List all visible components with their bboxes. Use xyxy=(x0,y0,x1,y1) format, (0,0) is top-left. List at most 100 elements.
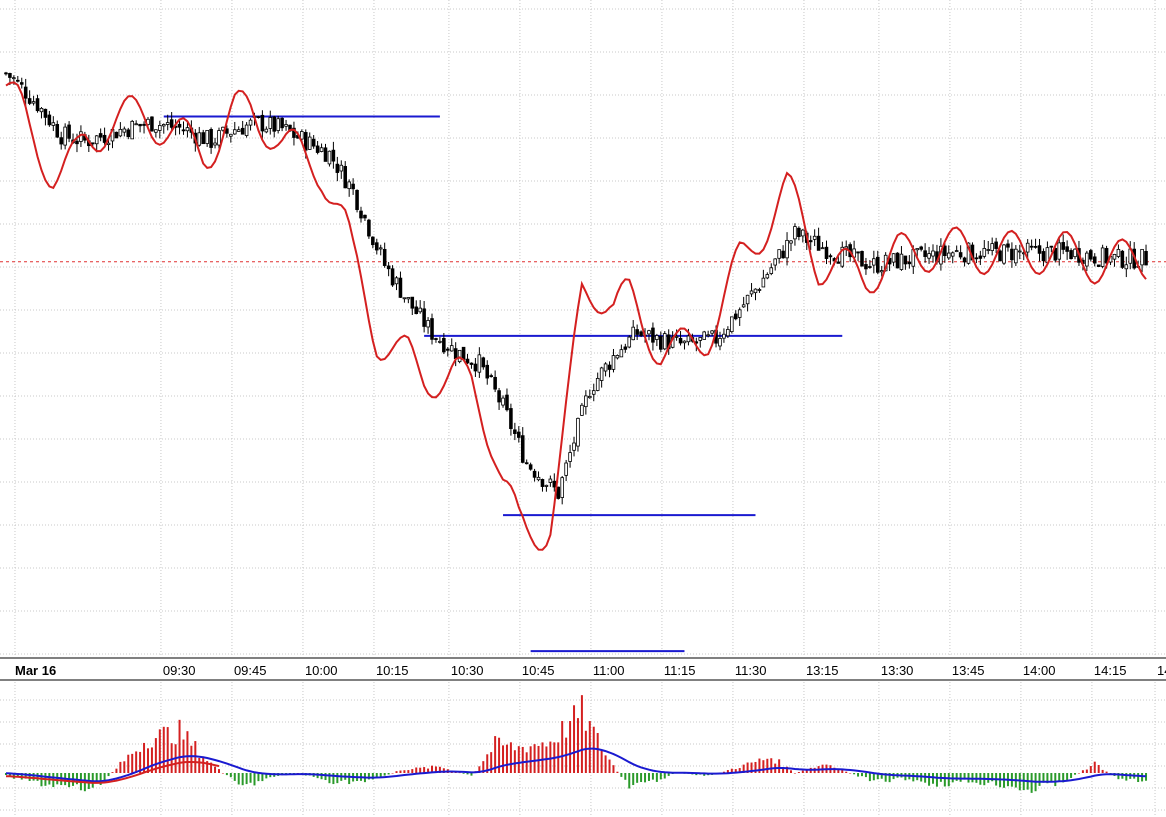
histogram-bar xyxy=(517,746,520,773)
candle-body xyxy=(240,127,245,135)
candle-body xyxy=(1010,248,1014,261)
histogram-bar xyxy=(241,773,244,786)
candle-body xyxy=(607,364,612,370)
candle-body xyxy=(580,404,584,416)
histogram-bar xyxy=(1066,773,1069,781)
histogram-bar xyxy=(1101,769,1104,773)
candle-body xyxy=(169,119,174,128)
candle-body xyxy=(623,346,628,350)
candle-body xyxy=(347,181,351,190)
candle-body xyxy=(560,477,564,498)
candle-body xyxy=(319,147,324,152)
candle-body xyxy=(556,486,561,499)
candle-body xyxy=(430,318,434,340)
histogram-bar xyxy=(935,773,938,787)
candle-body xyxy=(982,248,987,257)
histogram-bar xyxy=(561,721,564,773)
histogram-bar xyxy=(1074,773,1077,775)
candle-body xyxy=(931,250,935,257)
histogram-bar xyxy=(391,773,394,774)
candle-body xyxy=(1116,248,1121,257)
histogram-bar xyxy=(596,732,599,773)
candle-body xyxy=(402,297,407,300)
candle-body xyxy=(864,264,868,270)
candle-body xyxy=(438,340,442,343)
candle-body xyxy=(544,484,549,487)
candle-body xyxy=(201,132,205,145)
candle-body xyxy=(114,131,119,139)
candle-body xyxy=(422,308,426,327)
candle-body xyxy=(1085,252,1089,267)
candle-body xyxy=(39,107,44,113)
candle-body xyxy=(134,123,138,126)
histogram-bar xyxy=(573,705,576,773)
histogram-bar xyxy=(600,750,603,773)
time-tick-label: 10:30 xyxy=(451,663,484,678)
candle-body xyxy=(872,258,876,266)
candle-body xyxy=(627,336,632,348)
histogram-bar xyxy=(628,773,631,789)
candle-body xyxy=(974,257,979,260)
histogram-bar xyxy=(549,741,552,773)
candle-body xyxy=(548,478,553,483)
candle-body xyxy=(371,236,375,246)
candle-body xyxy=(1073,248,1077,258)
candle-body xyxy=(816,235,821,251)
candle-body xyxy=(386,265,391,270)
candle-body xyxy=(161,124,166,127)
time-tick-label: 11:15 xyxy=(664,663,696,678)
candle-body xyxy=(130,120,134,140)
histogram-bar xyxy=(1089,766,1092,773)
candle-body xyxy=(418,307,422,313)
histogram-bar xyxy=(1137,773,1140,783)
candle-body xyxy=(256,116,261,119)
histogram-bar xyxy=(1085,769,1088,773)
histogram-bar xyxy=(569,721,572,773)
candle-body xyxy=(367,219,371,237)
histogram-bar xyxy=(411,769,414,773)
candle-body xyxy=(315,145,320,153)
candle-body xyxy=(4,72,8,75)
candle-body xyxy=(217,130,221,146)
time-tick-label: 10:15 xyxy=(376,663,409,678)
candle-body xyxy=(335,163,340,173)
histogram-bar xyxy=(509,742,512,773)
histogram-bar xyxy=(616,771,619,773)
candle-body xyxy=(67,124,71,139)
histogram-bar xyxy=(237,773,240,785)
candle-body xyxy=(280,117,284,129)
candle-body xyxy=(465,358,470,364)
candle-body xyxy=(733,313,738,320)
histogram-bar xyxy=(987,773,990,783)
candle-body xyxy=(919,246,923,250)
histogram-bar xyxy=(955,773,958,781)
candle-body xyxy=(469,362,474,365)
candle-body xyxy=(94,135,99,145)
time-tick-label: 13:30 xyxy=(881,663,914,678)
candle-body xyxy=(19,82,24,85)
histogram-bar xyxy=(135,751,138,773)
histogram-bar xyxy=(924,773,927,783)
candle-body xyxy=(856,251,860,254)
candle-body xyxy=(284,124,288,127)
candle-body xyxy=(1061,242,1065,250)
histogram-bar xyxy=(324,773,327,781)
candle-body xyxy=(406,297,411,300)
candle-body xyxy=(1006,243,1010,248)
candle-body xyxy=(248,119,253,126)
candle-body xyxy=(497,390,501,403)
candle-body xyxy=(327,150,332,165)
candle-body xyxy=(753,288,758,294)
candle-body xyxy=(343,166,348,189)
candle-body xyxy=(311,138,316,147)
candle-body xyxy=(875,256,880,273)
candle-body xyxy=(927,253,931,259)
candle-body xyxy=(678,337,683,344)
histogram-bar xyxy=(1030,773,1033,793)
candle-body xyxy=(102,134,107,143)
candle-body xyxy=(635,329,639,335)
histogram-bar xyxy=(107,773,110,777)
histogram-bar xyxy=(845,771,848,773)
candle-body xyxy=(591,390,596,395)
histogram-bar xyxy=(217,769,220,773)
